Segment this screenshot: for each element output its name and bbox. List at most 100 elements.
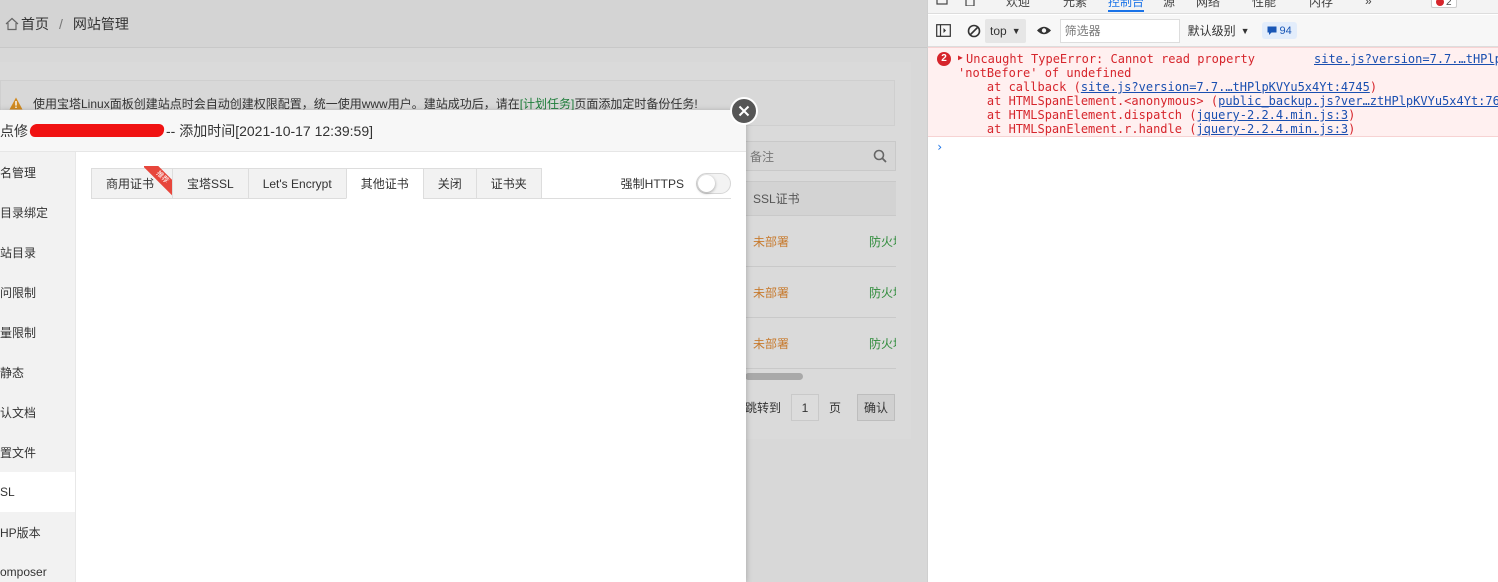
warning-icon [9, 97, 23, 110]
ssl-tab[interactable]: 商用证书 推荐 [91, 166, 175, 199]
ssl-tab[interactable]: 其他证书 [345, 168, 423, 199]
sidebar-item[interactable]: 问限制 [0, 272, 75, 312]
context-value: top [990, 23, 1007, 38]
table-horizontal-scrollbar[interactable] [745, 373, 803, 380]
sidebar-item[interactable]: 静态 [0, 352, 75, 392]
ssl-tab-label: 关闭 [437, 177, 462, 191]
devtools-tabbar: 欢迎 元素 控制台 源 网络 性能 内存 » 2 [928, 0, 1498, 14]
breadcrumb: 首页 / 网站管理 [0, 0, 927, 48]
inspect-element-icon[interactable] [936, 0, 950, 6]
console-filter-input[interactable]: 筛选器 [1059, 18, 1180, 43]
stack-frame-suffix: ) [1348, 108, 1356, 122]
stack-frame-prefix: at callback ( [958, 80, 1081, 94]
live-expression-eye-icon[interactable] [1036, 25, 1052, 36]
error-dot-icon [1436, 0, 1444, 6]
ssl-status[interactable]: 未部署 [753, 335, 869, 352]
error-badge-icon: 2 [937, 52, 951, 66]
site-search-input[interactable]: 备注 [745, 141, 896, 171]
stack-frame-prefix: at HTMLSpanElement.r.handle ( [958, 122, 1197, 136]
sidebar-item-label: 名管理 [0, 165, 37, 180]
sidebar-item[interactable]: 认文档 [0, 392, 75, 432]
stack-frame-link[interactable]: public_backup.js?ver…ztHPlpKVYu5x4Yt:76 [1218, 94, 1498, 108]
message-count-badge[interactable]: 94 [1261, 22, 1297, 39]
breadcrumb-home[interactable]: 首页 [21, 14, 49, 34]
table-row[interactable]: 未部署 防火墙 [745, 216, 896, 267]
error-message-line2: 'notBefore' of undefined [958, 66, 1132, 80]
notice-text-before: 使用宝塔Linux面板创建站点时会自动创建权限配置，统一使用www用户。建站成功… [33, 96, 520, 111]
ssl-status[interactable]: 未部署 [753, 233, 869, 250]
firewall-status[interactable]: 防火墙 [869, 233, 896, 250]
recommended-ribbon: 推荐 [144, 166, 175, 196]
sidebar-item[interactable]: 置文件 [0, 432, 75, 472]
sidebar-item[interactable]: omposer [0, 552, 75, 582]
devtools-tab-memory[interactable]: 内存 [1309, 0, 1333, 10]
devtools-panel: 欢迎 元素 控制台 源 网络 性能 内存 » 2 top ▼ 筛选器 默认级别 … [927, 0, 1498, 582]
sidebar-item[interactable]: SL [0, 472, 75, 512]
devtools-tab-sources[interactable]: 源 [1163, 0, 1175, 10]
screen: 首页 / 网站管理 使用宝塔Linux面板创建站点时会自动创建权限配置，统一使用… [0, 0, 1498, 582]
ssl-tab[interactable]: 宝塔SSL [172, 168, 248, 199]
pagination: 跳转到 1 页 确认 [745, 394, 896, 421]
modal-close-button[interactable] [730, 97, 758, 125]
sidebar-item[interactable]: 站目录 [0, 232, 75, 272]
pager-confirm-button[interactable]: 确认 [857, 394, 896, 421]
search-placeholder: 备注 [750, 149, 775, 164]
home-icon[interactable] [5, 17, 19, 31]
error-count-badge[interactable]: 2 [1431, 0, 1457, 8]
firewall-status[interactable]: 防火墙 [869, 284, 896, 301]
stack-frame-prefix: at HTMLSpanElement.dispatch ( [958, 108, 1197, 122]
more-tabs-icon[interactable]: » [1365, 0, 1372, 8]
context-selector[interactable]: top ▼ [985, 18, 1026, 43]
sidebar-item[interactable]: 目录绑定 [0, 192, 75, 232]
sidebar-item-label: 认文档 [0, 405, 37, 420]
pager-goto-label: 跳转到 [745, 401, 782, 415]
stack-frame-link[interactable]: site.js?version=7.7.…tHPlpKVYu5x4Yt:4745 [1081, 80, 1370, 94]
log-levels-dropdown[interactable]: 默认级别 ▼ [1188, 22, 1250, 39]
sidebar-item-label: 站目录 [0, 245, 37, 260]
devtools-tab-network[interactable]: 网络 [1196, 0, 1220, 10]
scheduled-task-link[interactable]: [计划任务] [520, 95, 575, 112]
devtools-tab-performance[interactable]: 性能 [1252, 0, 1276, 10]
device-toolbar-icon[interactable] [964, 0, 978, 6]
sidebar-item-label: omposer [0, 565, 47, 579]
table-row[interactable]: 未部署 防火墙 [745, 267, 896, 318]
error-source-link[interactable]: site.js?version=7.7.…tHPlpKVYu5x4Yt: [1314, 52, 1498, 66]
ssl-tab[interactable]: 关闭 [422, 168, 476, 199]
error-count: 2 [1446, 0, 1452, 8]
ssl-tab[interactable]: Let's Encrypt [247, 168, 346, 199]
stack-frame-link[interactable]: jquery-2.2.4.min.js:3 [1196, 108, 1348, 122]
sidebar-item[interactable]: 名管理 [0, 152, 75, 192]
modal-title-prefix: 点修 [0, 122, 28, 139]
sidebar-item[interactable]: HP版本 [0, 512, 75, 552]
ssl-tab-label: Let's Encrypt [262, 176, 332, 191]
stack-frame: at HTMLSpanElement.dispatch (jquery-2.2.… [958, 108, 1355, 122]
force-https-control: 强制HTTPS [621, 168, 731, 199]
devtools-tab-console[interactable]: 控制台 [1108, 0, 1145, 12]
sidebar-toggle-icon[interactable] [936, 24, 951, 37]
ssl-status[interactable]: 未部署 [753, 284, 869, 301]
console-error-message[interactable]: 2 ▶ Uncaught TypeError: Cannot read prop… [928, 47, 1498, 137]
stack-frame-prefix: at HTMLSpanElement.<anonymous> ( [958, 94, 1219, 108]
stack-frame-link[interactable]: jquery-2.2.4.min.js:3 [1196, 122, 1348, 136]
firewall-status[interactable]: 防火墙 [869, 335, 896, 352]
ssl-tab[interactable]: 证书夹 [475, 168, 542, 199]
recommended-badge: 推荐 [144, 166, 175, 196]
devtools-tab-elements[interactable]: 元素 [1063, 0, 1087, 10]
breadcrumb-separator: / [59, 15, 63, 32]
modal-title: 点修 -- 添加时间[2021-10-17 12:39:59] [0, 110, 746, 152]
stack-frame-suffix: ) [1369, 80, 1378, 94]
error-message-line1: Uncaught TypeError: Cannot read property [966, 52, 1255, 66]
expand-triangle-icon[interactable]: ▶ [958, 51, 963, 65]
table-row[interactable]: 未部署 防火墙 [745, 318, 896, 369]
page-number-input[interactable]: 1 [791, 394, 820, 421]
sidebar-item-label: SL [0, 485, 15, 499]
search-icon[interactable] [873, 149, 887, 163]
redacted-domain-mark [29, 124, 165, 137]
notice-text-after: 页面添加定时备份任务! [574, 96, 698, 111]
ssl-tab-label: 宝塔SSL [187, 177, 234, 191]
clear-console-icon[interactable] [967, 24, 981, 38]
console-prompt[interactable]: › [936, 140, 943, 154]
sidebar-item[interactable]: 量限制 [0, 312, 75, 352]
force-https-toggle[interactable] [696, 173, 731, 194]
devtools-tab-welcome[interactable]: 欢迎 [1006, 0, 1030, 10]
